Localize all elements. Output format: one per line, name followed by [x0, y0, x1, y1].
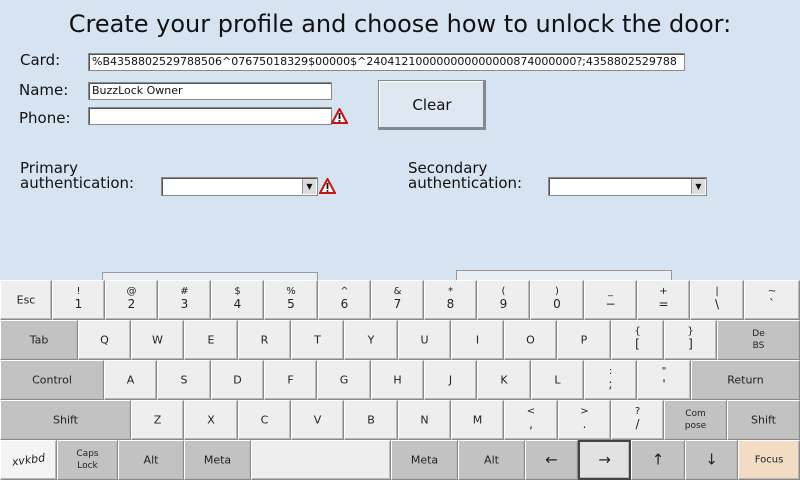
key-s[interactable]: S — [157, 360, 211, 400]
key-m[interactable]: M — [451, 400, 504, 440]
key-alt-right[interactable]: Alt — [458, 440, 525, 480]
key-7[interactable]: & 7 — [371, 280, 424, 320]
key-arrow-left[interactable]: ← — [525, 440, 578, 480]
key-shift-left[interactable]: Shift — [0, 400, 131, 440]
key-slash[interactable]: ? / — [611, 400, 664, 440]
key-v[interactable]: V — [291, 400, 344, 440]
key-g[interactable]: G — [317, 360, 371, 400]
secondary-auth-select[interactable]: ▼ — [548, 177, 707, 196]
phone-warning-icon — [331, 108, 348, 124]
key-shift-right[interactable]: Shift — [727, 400, 800, 440]
key-comma[interactable]: <, — [504, 400, 558, 440]
key-backtick[interactable]: ~ ` — [744, 280, 800, 320]
key-c[interactable]: C — [238, 400, 291, 440]
secondary-dropdown-arrow-icon[interactable]: ▼ — [691, 179, 705, 194]
key-meta-left[interactable]: Meta — [184, 440, 251, 480]
name-field[interactable]: BuzzLock Owner — [88, 82, 332, 100]
virtual-keyboard: Esc ! 1 @2 #3 $4 % 5 ^ 6 & 7 * 8 (9 ) 0 _ − + = … — [0, 280, 800, 480]
card-label: Card: — [20, 51, 61, 69]
key-t[interactable]: T — [291, 320, 344, 360]
primary-dropdown-arrow-icon[interactable]: ▼ — [302, 179, 316, 194]
clear-button[interactable]: Clear — [378, 80, 486, 130]
key-b[interactable]: B — [344, 400, 398, 440]
key-w[interactable]: W — [131, 320, 184, 360]
key-alt-left[interactable]: Alt — [118, 440, 184, 480]
key-space[interactable] — [251, 440, 391, 480]
key-0[interactable]: ) 0 — [530, 280, 584, 320]
key-h[interactable]: H — [371, 360, 424, 400]
key-quote[interactable]: " ' — [637, 360, 691, 400]
key-u[interactable]: U — [398, 320, 451, 360]
key-l[interactable]: L — [531, 360, 584, 400]
key-q[interactable]: Q — [78, 320, 131, 360]
primary-auth-select[interactable]: ▼ — [161, 177, 318, 196]
key-control[interactable]: Control — [0, 360, 104, 400]
key-focus[interactable]: Focus — [738, 440, 800, 480]
key-z[interactable]: Z — [131, 400, 184, 440]
key-y[interactable]: Y — [344, 320, 398, 360]
key-meta-right[interactable]: Meta — [391, 440, 458, 480]
key-delete-backspace[interactable]: De BS — [717, 320, 800, 360]
name-label: Name: — [19, 81, 69, 99]
key-backslash[interactable]: | \ — [690, 280, 744, 320]
key-5[interactable]: % 5 — [264, 280, 318, 320]
secondary-auth-label-line2: authentication: — [408, 174, 523, 192]
key-a[interactable]: A — [104, 360, 157, 400]
key-d[interactable]: D — [211, 360, 264, 400]
key-arrow-down[interactable]: ↓ — [685, 440, 738, 480]
key-caps-lock[interactable]: Caps Lock — [57, 440, 118, 480]
key-esc[interactable]: Esc — [0, 280, 52, 320]
key-x[interactable]: X — [184, 400, 238, 440]
key-e[interactable]: E — [184, 320, 238, 360]
key-arrow-right[interactable]: → — [578, 440, 631, 480]
key-9[interactable]: (9 — [477, 280, 530, 320]
key-f[interactable]: F — [264, 360, 317, 400]
key-return[interactable]: Return — [691, 360, 800, 400]
key-k[interactable]: K — [477, 360, 531, 400]
key-i[interactable]: I — [451, 320, 504, 360]
secondary-auth-label: Secondary authentication: — [408, 161, 522, 191]
key-minus[interactable]: _ − — [584, 280, 637, 320]
key-o[interactable]: O — [504, 320, 557, 360]
phone-label: Phone: — [19, 109, 71, 127]
key-j[interactable]: J — [424, 360, 477, 400]
primary-auth-label-line2: authentication: — [20, 174, 135, 192]
key-arrow-up[interactable]: ↑ — [631, 440, 685, 480]
key-equals[interactable]: + = — [637, 280, 690, 320]
page-title: Create your profile and choose how to un… — [68, 10, 732, 38]
key-1[interactable]: ! 1 — [52, 280, 105, 320]
phone-field[interactable] — [88, 107, 332, 125]
key-semicolon[interactable]: :; — [584, 360, 637, 400]
xvkbd-logo[interactable]: xvkbd — [0, 440, 57, 480]
key-p[interactable]: P — [557, 320, 611, 360]
key-3[interactable]: #3 — [158, 280, 211, 320]
key-right-bracket[interactable]: }] — [664, 320, 717, 360]
primary-auth-warning-icon — [319, 178, 336, 194]
key-6[interactable]: ^ 6 — [318, 280, 371, 320]
key-compose[interactable]: Com pose — [664, 400, 727, 440]
key-8[interactable]: * 8 — [424, 280, 477, 320]
key-tab[interactable]: Tab — [0, 320, 78, 360]
key-n[interactable]: N — [398, 400, 451, 440]
key-period[interactable]: >. — [558, 400, 611, 440]
key-4[interactable]: $4 — [211, 280, 264, 320]
key-r[interactable]: R — [238, 320, 291, 360]
primary-auth-label: Primary authentication: — [20, 161, 134, 191]
card-field[interactable]: %B4358802529788506^07675018329$00000$^24… — [88, 53, 685, 71]
key-left-bracket[interactable]: {[ — [611, 320, 664, 360]
key-2[interactable]: @2 — [105, 280, 158, 320]
